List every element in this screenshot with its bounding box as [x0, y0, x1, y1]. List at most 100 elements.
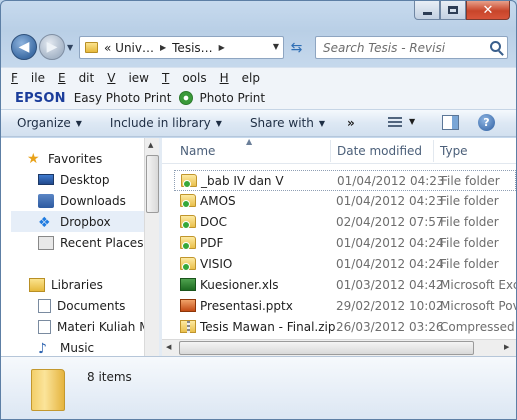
- folder-icon: [180, 194, 196, 208]
- horizontal-scrollbar[interactable]: ◀ ▶: [162, 339, 516, 356]
- file-row[interactable]: DOC 02/04/2012 07:57 File folder: [174, 212, 516, 233]
- column-divider[interactable]: [330, 140, 331, 162]
- document-icon: [38, 319, 51, 334]
- star-icon: ★: [27, 150, 40, 167]
- nav-favorites[interactable]: ★ Favorites: [27, 148, 159, 169]
- forward-button[interactable]: ▶: [39, 34, 65, 60]
- menu-view[interactable]: View: [107, 71, 149, 85]
- nav-recent-places[interactable]: Recent Places: [38, 232, 159, 253]
- horizontal-scroll-thumb[interactable]: [179, 341, 474, 355]
- libraries-icon: [29, 277, 45, 292]
- search-icon[interactable]: [490, 41, 501, 52]
- include-in-library-button[interactable]: Include in library ▼: [110, 116, 222, 130]
- nav-scrollbar[interactable]: ▲: [144, 138, 159, 356]
- include-label: Include in library: [109, 116, 211, 130]
- file-name: Presentasi.pptx: [200, 299, 293, 313]
- file-date: 29/02/2012 10:02: [336, 299, 444, 313]
- preview-pane-icon[interactable]: [442, 115, 459, 130]
- maximize-button[interactable]: [440, 1, 466, 20]
- views-dropdown-icon[interactable]: ▼: [409, 117, 415, 126]
- nav-documents-label: Documents: [57, 298, 126, 313]
- file-date: 02/04/2012 07:57: [336, 215, 444, 229]
- nav-downloads[interactable]: Downloads: [38, 190, 159, 211]
- file-row[interactable]: Tesis Mawan - Final.zip 26/03/2012 03:26 C…: [174, 317, 516, 338]
- file-date: 01/04/2012 04:23: [336, 194, 444, 208]
- file-type: File folder: [440, 257, 499, 271]
- column-divider[interactable]: [433, 140, 434, 162]
- file-row[interactable]: PDF 01/04/2012 04:24 File folder: [174, 233, 516, 254]
- scroll-left-icon[interactable]: ◀: [166, 343, 171, 351]
- nav-dropbox-label: Dropbox: [60, 214, 111, 229]
- easy-photo-print-button[interactable]: Easy Photo Print: [74, 91, 172, 105]
- explorer-window: ✕ ◀ ▶ ▼ « Univ… ▶ Tesis… ▶ ▼ ⇆ Search Te…: [0, 0, 517, 420]
- nav-dropbox[interactable]: ❖ Dropbox: [11, 211, 144, 232]
- arrow-right-icon: ▶: [46, 39, 58, 55]
- minimize-icon: [422, 11, 432, 15]
- change-view-icon[interactable]: [388, 115, 404, 129]
- scroll-right-icon[interactable]: ▶: [504, 343, 509, 351]
- item-count: 8 items: [87, 370, 132, 384]
- address-dropdown-icon[interactable]: ▼: [273, 42, 279, 51]
- menu-help[interactable]: Help: [220, 71, 260, 85]
- address-bar[interactable]: « Univ… ▶ Tesis… ▶ ▼: [79, 36, 284, 59]
- nav-materi-kuliah[interactable]: Materi Kuliah M: [38, 316, 144, 337]
- nav-music-label: Music: [60, 340, 95, 355]
- file-row[interactable]: _bab IV dan V 01/04/2012 04:23 File folder: [174, 170, 516, 191]
- nav-desktop-label: Desktop: [60, 172, 110, 187]
- search-input[interactable]: Search Tesis - Revisi: [315, 36, 508, 59]
- close-button[interactable]: ✕: [466, 1, 510, 20]
- chevron-down-icon: ▼: [75, 118, 82, 128]
- photo-print-button[interactable]: Photo Print: [199, 91, 265, 105]
- organize-button[interactable]: Organize ▼: [17, 116, 82, 130]
- breadcrumb-separator-icon[interactable]: ▶: [219, 43, 225, 52]
- file-row[interactable]: VISIO 01/04/2012 04:24 File folder: [174, 254, 516, 275]
- refresh-icon: ⇆: [290, 39, 303, 56]
- breadcrumb-separator-icon[interactable]: ▶: [160, 43, 166, 52]
- recent-pages-dropdown[interactable]: ▼: [67, 43, 73, 52]
- folder-icon: [85, 42, 98, 53]
- menu-edit[interactable]: Edit: [58, 71, 94, 85]
- file-name: DOC: [200, 215, 228, 229]
- column-date-modified[interactable]: Date modified: [337, 144, 422, 158]
- column-name[interactable]: Name: [180, 144, 215, 158]
- folder-icon: [31, 369, 65, 411]
- command-bar: Organize ▼ Include in library ▼ Share with…: [1, 109, 516, 137]
- back-button[interactable]: ◀: [11, 34, 37, 60]
- file-list: ▲ Name Date modified Type _bab IV dan V 0…: [162, 138, 516, 356]
- help-icon[interactable]: ?: [478, 114, 495, 131]
- breadcrumb-univ[interactable]: « Univ…: [104, 41, 154, 55]
- chevron-down-icon: ▼: [318, 118, 325, 128]
- breadcrumb-tesis[interactable]: Tesis…: [172, 41, 213, 55]
- share-with-button[interactable]: Share with ▼: [250, 116, 325, 130]
- column-headers: ▲ Name Date modified Type: [162, 138, 516, 164]
- navigation-bar: ◀ ▶ ▼ « Univ… ▶ Tesis… ▶ ▼ ⇆ Search Tesi…: [1, 31, 516, 65]
- refresh-button[interactable]: ⇆: [284, 36, 309, 59]
- file-name: PDF: [200, 236, 224, 250]
- file-row[interactable]: AMOS 01/04/2012 04:23 File folder: [174, 191, 516, 212]
- menu-file[interactable]: File: [11, 71, 45, 85]
- navigation-pane: ★ Favorites Desktop Downloads ❖ Dropbox Re…: [1, 138, 159, 356]
- minimize-button[interactable]: [414, 1, 440, 20]
- nav-libraries[interactable]: Libraries: [29, 274, 159, 295]
- more-commands-button[interactable]: »: [347, 116, 355, 130]
- documents-icon: [38, 298, 51, 313]
- music-icon: ♪: [38, 340, 47, 357]
- desktop-icon: [38, 174, 54, 185]
- folder-icon: [181, 174, 197, 188]
- file-row[interactable]: Kuesioner.xls 01/03/2012 04:42 Microsoft E…: [174, 275, 516, 296]
- file-type: Microsoft Exc: [440, 278, 516, 292]
- dropbox-icon: ❖: [38, 214, 51, 231]
- file-type: File folder: [441, 174, 500, 188]
- menu-tools[interactable]: Tools: [162, 71, 207, 85]
- column-type[interactable]: Type: [440, 144, 468, 158]
- file-type: File folder: [440, 236, 499, 250]
- file-type: Microsoft Pov: [440, 299, 516, 313]
- nav-scroll-thumb[interactable]: [146, 155, 159, 213]
- nav-desktop[interactable]: Desktop: [38, 169, 159, 190]
- nav-music[interactable]: ♪ Music: [38, 337, 159, 357]
- nav-materi-label: Materi Kuliah M: [57, 319, 144, 334]
- scroll-up-icon[interactable]: ▲: [148, 141, 153, 149]
- excel-icon: [180, 278, 196, 291]
- file-row[interactable]: Presentasi.pptx 29/02/2012 10:02 Microsoft…: [174, 296, 516, 317]
- nav-documents[interactable]: Documents: [38, 295, 159, 316]
